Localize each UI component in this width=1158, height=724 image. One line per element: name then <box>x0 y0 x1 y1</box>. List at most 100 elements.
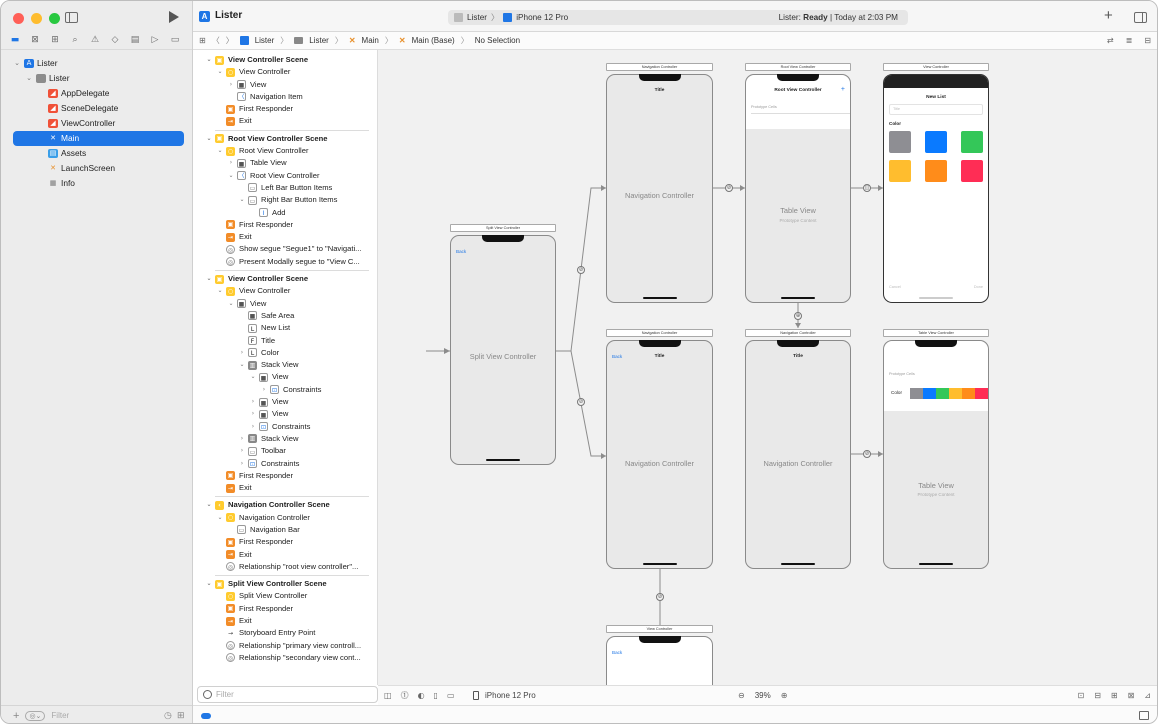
navigator-item[interactable]: ⌄ Lister <box>1 71 192 86</box>
source-control-icon[interactable]: ⊠ <box>29 35 41 46</box>
navigator-item[interactable]: ▤ Assets <box>1 146 192 161</box>
layout-icon[interactable]: ▭ <box>447 686 455 705</box>
outline-item[interactable]: ▣ First Responder <box>193 219 377 231</box>
relationship-segue-icon[interactable]: ⊘ <box>863 450 871 458</box>
disclosure-chevron-icon[interactable]: ⌄ <box>205 273 213 285</box>
breadcrumb-localization[interactable]: Main (Base) <box>412 32 455 50</box>
report-navigator-icon[interactable]: ▭ <box>169 35 181 46</box>
navigator-item[interactable]: ✕ Main <box>13 131 184 146</box>
new-list-view-controller-scene[interactable]: New List Title Color Cancel Done <box>883 74 989 303</box>
zoom-out-icon[interactable]: ⊖ <box>738 686 745 705</box>
scene-dock-vc[interactable]: View Controller <box>883 63 989 71</box>
forward-icon[interactable]: 〉 <box>226 32 234 50</box>
update-frames-icon[interactable]: ⊡ <box>1077 686 1084 705</box>
breadcrumb-selection[interactable]: No Selection <box>475 32 520 50</box>
breakpoint-navigator-icon[interactable]: ▷ <box>149 35 161 46</box>
disclosure-chevron-icon[interactable]: › <box>238 445 246 457</box>
show-segue-icon[interactable]: ⊕ <box>794 312 802 320</box>
run-button[interactable] <box>169 11 179 23</box>
outline-item[interactable]: ◎ Relationship "root view controller"... <box>193 561 377 573</box>
split-view-controller-scene[interactable]: Back Split View Controller <box>450 235 556 465</box>
storyboard-canvas[interactable]: ⊘ ⊘ ⊘ ◫ ⊕ ⊘ ⊘ Split View Controller Back… <box>378 50 1157 685</box>
outline-item[interactable]: ⌄ ■ View <box>193 298 377 310</box>
outline-item[interactable]: ▣ First Responder <box>193 470 377 482</box>
disclosure-chevron-icon[interactable]: ⌄ <box>205 133 213 145</box>
outline-item[interactable]: › L Color <box>193 347 377 359</box>
scheme-selector[interactable]: Lister 〉 iPhone 12 Pro <box>454 10 568 25</box>
outline-item[interactable]: › ▭ Toolbar <box>193 445 377 457</box>
debug-area-toggle-icon[interactable] <box>1139 711 1149 720</box>
outline-item[interactable]: ⌄ 〈 Root View Controller <box>193 170 377 182</box>
debug-navigator-icon[interactable]: ▤ <box>129 35 141 46</box>
disclosure-chevron-icon[interactable]: ⌄ <box>238 359 246 371</box>
navigation-controller-scene[interactable]: Back Title Navigation Controller <box>606 340 713 569</box>
disclosure-chevron-icon[interactable]: ⌄ <box>205 499 213 511</box>
outline-item[interactable]: ⌄ ○ View Controller <box>193 285 377 297</box>
outline-item[interactable]: ⇥ Exit <box>193 115 377 127</box>
disclosure-chevron-icon[interactable]: › <box>238 347 246 359</box>
disclosure-chevron-icon[interactable]: ⌄ <box>238 194 246 206</box>
relationship-segue-icon[interactable]: ⊘ <box>577 398 585 406</box>
outline-item[interactable]: ○ Split View Controller <box>193 590 377 602</box>
resolve-issues-icon[interactable]: ⊿ <box>1144 686 1151 705</box>
appearance-icon[interactable]: ⓵ <box>401 686 409 705</box>
split-editor-icon[interactable]: ⊟ <box>1144 32 1151 50</box>
outline-scene[interactable]: ⌄ ▣ Root View Controller Scene <box>193 133 377 145</box>
outline-item[interactable]: › ■ View <box>193 408 377 420</box>
disclosure-chevron-icon[interactable]: ⌄ <box>216 512 224 524</box>
disclosure-chevron-icon[interactable]: ⌄ <box>205 54 213 66</box>
outline-item[interactable]: › ⊡ Constraints <box>193 458 377 470</box>
outline-item[interactable]: ◎ Present Modally segue to "View C... <box>193 256 377 268</box>
outline-item[interactable]: › ■ Table View <box>193 157 377 169</box>
navigator-item[interactable]: ◢ AppDelegate <box>1 86 192 101</box>
align-icon[interactable]: ⊞ <box>1111 686 1118 705</box>
outline-item[interactable]: ▣ First Responder <box>193 536 377 548</box>
breadcrumb-file[interactable]: Main <box>362 32 379 50</box>
scene-dock-nav2[interactable]: Navigation Controller <box>606 329 713 337</box>
outline-item[interactable]: ⌄ ▥ Stack View <box>193 359 377 371</box>
outline-scene[interactable]: ⌄ ▣ Split View Controller Scene <box>193 578 377 590</box>
find-navigator-icon[interactable]: ⌕ <box>69 35 81 46</box>
outline-item[interactable]: I Add <box>193 207 377 219</box>
outline-item[interactable]: ▭ Navigation Bar <box>193 524 377 536</box>
disclosure-chevron-icon[interactable]: ⌄ <box>227 298 235 310</box>
outline-item[interactable]: ⌄ ○ Navigation Controller <box>193 512 377 524</box>
outline-item[interactable]: ⌄ ■ View <box>193 371 377 383</box>
relationship-segue-icon[interactable]: ⊘ <box>577 266 585 274</box>
zoom-window-button[interactable] <box>49 13 60 24</box>
navigation-controller-scene[interactable]: Title Navigation Controller <box>745 340 851 569</box>
scene-dock-tablevc[interactable]: Table View Controller <box>883 329 989 337</box>
disclosure-chevron-icon[interactable]: ⌄ <box>216 66 224 78</box>
outline-item[interactable]: ◎ Relationship "secondary view cont... <box>193 652 377 664</box>
scm-filter-icon[interactable]: ⊞ <box>177 710 185 721</box>
filter-options-icon[interactable]: ◎⌄ <box>25 710 46 721</box>
outline-item[interactable]: › ⊡ Constraints <box>193 384 377 396</box>
editor-options-icon[interactable]: ≣ <box>1126 32 1133 50</box>
breadcrumb-project[interactable]: Lister <box>255 32 275 50</box>
disclosure-chevron-icon[interactable]: › <box>249 396 257 408</box>
navigator-item[interactable]: ▦ Info <box>1 176 192 191</box>
disclosure-chevron-icon[interactable]: › <box>260 384 268 396</box>
modal-segue-icon[interactable]: ◫ <box>863 184 871 192</box>
disclosure-chevron-icon[interactable]: ⌄ <box>205 578 213 590</box>
outline-item[interactable]: ⇥ Exit <box>193 615 377 627</box>
disclosure-chevron-icon[interactable]: ⌄ <box>227 170 235 182</box>
test-navigator-icon[interactable]: ◇ <box>109 35 121 46</box>
outline-item[interactable]: ⌄ ○ View Controller <box>193 66 377 78</box>
disclosure-chevron-icon[interactable]: › <box>238 458 246 470</box>
outline-scene[interactable]: ⌄ ▣ View Controller Scene <box>193 273 377 285</box>
navigator-item[interactable]: ✕ LaunchScreen <box>1 161 192 176</box>
relationship-segue-icon[interactable]: ⊘ <box>656 593 664 601</box>
orientation-icon[interactable]: ▯ <box>434 686 438 705</box>
navigator-filter-input[interactable]: Filter <box>51 711 69 720</box>
outline-item[interactable]: ■ Safe Area <box>193 310 377 322</box>
project-navigator-icon[interactable]: ▬ <box>9 35 21 46</box>
scene-dock-root[interactable]: Root View Controller <box>745 63 851 71</box>
disclosure-chevron-icon[interactable]: › <box>227 79 235 91</box>
breadcrumb-group[interactable]: Lister <box>309 32 329 50</box>
close-window-button[interactable] <box>13 13 24 24</box>
outline-item[interactable]: ▣ First Responder <box>193 103 377 115</box>
outline-item[interactable]: ⌄ ○ Root View Controller <box>193 145 377 157</box>
outline-toggle-icon[interactable]: ◫ <box>384 686 392 705</box>
device-config-selector[interactable]: iPhone 12 Pro <box>473 686 536 705</box>
